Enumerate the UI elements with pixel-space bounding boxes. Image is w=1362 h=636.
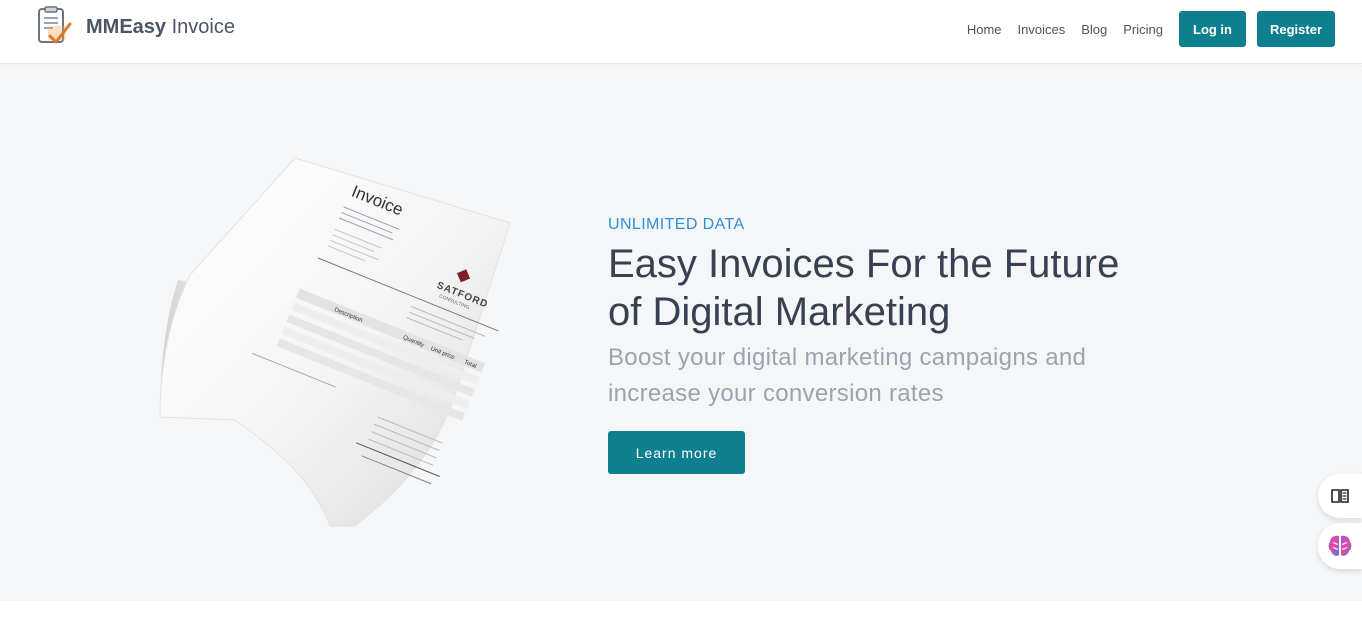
brand-name-light: Invoice	[171, 15, 235, 38]
top-navbar: MMEasy Invoice Home Invoices Blog Pricin…	[0, 0, 1362, 64]
hero-subheadline: Boost your digital marketing campaigns a…	[608, 344, 1087, 407]
login-button[interactable]: Log in	[1179, 11, 1246, 47]
brand-name-bold: MMEasy	[86, 15, 167, 38]
hero-eyebrow: UNLIMITED DATA	[608, 216, 745, 233]
hero-headline-strong-1: Future	[1003, 242, 1120, 286]
hero-section: Invoice SATFORD CONSULTING Description Q…	[0, 65, 1362, 601]
nav-home[interactable]: Home	[967, 22, 1002, 37]
brand-link[interactable]: MMEasy Invoice	[36, 6, 235, 48]
nav-blog[interactable]: Blog	[1081, 22, 1107, 37]
brain-icon	[1328, 535, 1352, 556]
hero-headline: Easy Invoices For the Future of Digital M…	[608, 240, 1168, 336]
ai-assistant-button[interactable]	[1318, 523, 1362, 569]
hero-copy: UNLIMITED DATA Easy Invoices For the Fut…	[608, 214, 1168, 474]
hero-headline-light: Easy Invoices For the	[608, 242, 1004, 286]
register-button[interactable]: Register	[1257, 11, 1335, 47]
book-icon	[1331, 489, 1349, 503]
invoice-logo-icon	[38, 6, 72, 44]
main-nav: Home Invoices Blog Pricing Log in Regist…	[967, 11, 1335, 47]
nav-invoices[interactable]: Invoices	[1018, 22, 1066, 37]
nav-pricing[interactable]: Pricing	[1123, 22, 1163, 37]
page-lower-section	[0, 601, 1362, 636]
reader-widget-button[interactable]	[1318, 474, 1362, 518]
hero-headline-strong-2: of Digital Marketing	[608, 290, 951, 334]
learn-more-button[interactable]: Learn more	[608, 431, 745, 474]
invoice-illustration: Invoice SATFORD CONSULTING Description Q…	[155, 155, 515, 527]
